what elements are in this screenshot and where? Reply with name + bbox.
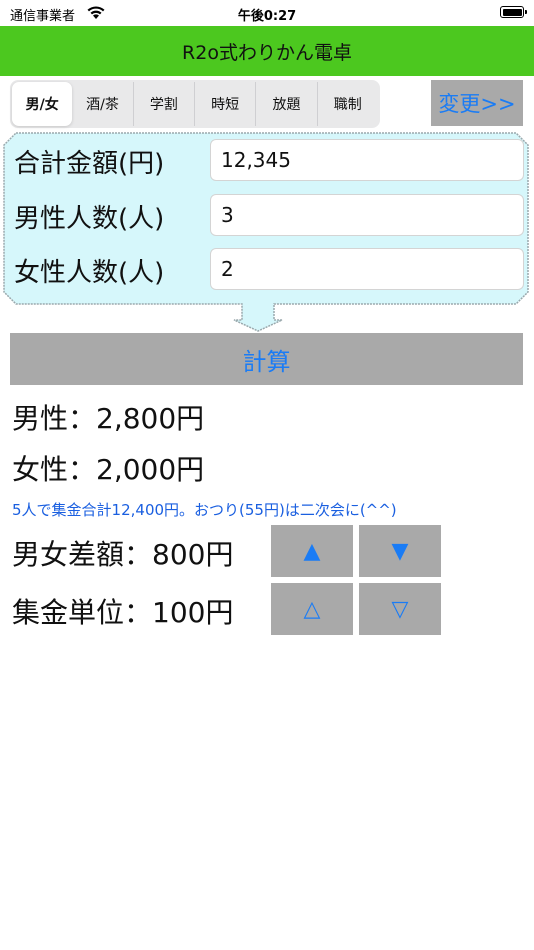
tab-student-discount[interactable]: 学割 — [134, 82, 195, 126]
change-mode-button[interactable]: 変更>> — [431, 80, 523, 126]
battery-icon — [500, 6, 527, 18]
triangle-down-outline-icon: ▽ — [391, 596, 409, 622]
female-count-row: 女性人数(人) 2 — [14, 248, 524, 292]
collection-unit-result: 集金単位：100円 — [12, 596, 234, 629]
tab-alcohol-tea[interactable]: 酒/茶 — [72, 82, 134, 126]
collection-note: 5人で集金合計12,400円。おつり(55円)は二次会に(^^) — [12, 501, 397, 519]
status-bar: 通信事業者 午後0:27 — [0, 0, 534, 26]
male-result: 男性：2,800円 — [12, 402, 205, 435]
triangle-up-outline-icon: △ — [303, 596, 321, 622]
tab-short-time[interactable]: 時短 — [195, 82, 257, 126]
tab-all-you-can[interactable]: 放題 — [256, 82, 318, 126]
female-count-label: 女性人数(人) — [14, 257, 165, 288]
unit-increase-button[interactable]: △ — [271, 583, 353, 635]
triangle-down-filled-icon: ▼ — [391, 538, 409, 564]
female-count-input[interactable]: 2 — [210, 248, 524, 290]
gender-difference-result: 男女差額：800円 — [12, 538, 234, 571]
female-result: 女性：2,000円 — [12, 453, 205, 486]
tab-male-female[interactable]: 男/女 — [12, 82, 73, 126]
difference-increase-button[interactable]: ▲ — [271, 525, 353, 577]
app-title-bar: R2o式わりかん電卓 — [0, 26, 534, 76]
calculate-button[interactable]: 計算 — [10, 333, 523, 385]
male-count-label: 男性人数(人) — [14, 203, 165, 234]
clock: 午後0:27 — [237, 9, 297, 24]
male-count-input[interactable]: 3 — [210, 194, 524, 236]
triangle-up-filled-icon: ▲ — [303, 538, 321, 564]
unit-decrease-button[interactable]: ▽ — [359, 583, 441, 635]
total-amount-label: 合計金額(円) — [14, 148, 165, 179]
tab-job-rank[interactable]: 職制 — [318, 82, 378, 126]
total-amount-row: 合計金額(円) 12,345 — [14, 139, 524, 183]
male-count-row: 男性人数(人) 3 — [14, 194, 524, 238]
difference-decrease-button[interactable]: ▼ — [359, 525, 441, 577]
total-amount-input[interactable]: 12,345 — [210, 139, 524, 181]
app-title: R2o式わりかん電卓 — [182, 41, 352, 64]
input-panel: 合計金額(円) 12,345 男性人数(人) 3 女性人数(人) 2 — [2, 132, 530, 332]
mode-segmented-control: 男/女 酒/茶 学割 時短 放題 職制 — [10, 80, 380, 128]
